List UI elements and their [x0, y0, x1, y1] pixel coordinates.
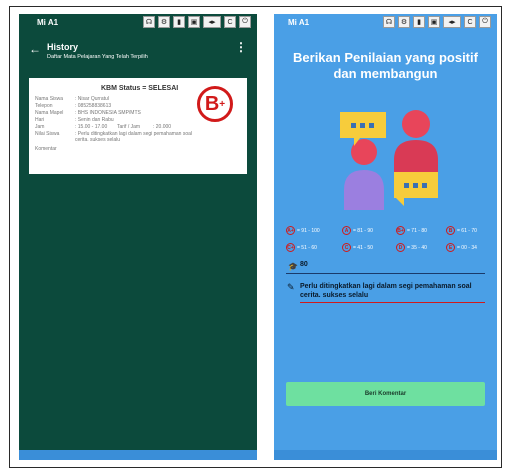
- legend-item: D = 35 - 40: [396, 243, 427, 252]
- page-subtitle: Daftar Mata Pelajaran Yang Telah Terpili…: [47, 54, 148, 60]
- grade-badge-icon: D: [396, 243, 405, 252]
- device-name: Mi A1: [288, 18, 310, 27]
- legend-item: C+ = 51 - 60: [286, 243, 317, 252]
- grade-badge-icon: E: [446, 243, 455, 252]
- score-field[interactable]: 🎓 80: [286, 261, 485, 273]
- rating-screen: Mi A1 ☊ ⚙ ▮ ▣ ◂▸ C ⏻ Berikan Penilaian y…: [274, 14, 497, 460]
- record-icon[interactable]: ▮: [173, 16, 185, 28]
- settings-icon[interactable]: ⚙: [158, 16, 170, 28]
- rotate-icon[interactable]: C: [224, 16, 236, 28]
- grade-stamp: B +: [197, 86, 233, 122]
- history-card[interactable]: KBM Status = SELESAI B + Nama Siswa: Nisa…: [29, 78, 247, 174]
- nav-strip: [274, 450, 497, 460]
- headline: Berikan Penilaian yang positif dan memba…: [293, 50, 478, 81]
- record-icon[interactable]: ▮: [413, 16, 425, 28]
- volume-icon[interactable]: ◂▸: [443, 16, 461, 28]
- legend-item: A = 81 - 90: [342, 226, 373, 235]
- legend-item: B = 61 - 70: [446, 226, 477, 235]
- legend-item: B+ = 71 - 80: [396, 226, 427, 235]
- comment-field[interactable]: Perlu ditingkatkan lagi dalam segi pemah…: [300, 282, 480, 300]
- camera-icon[interactable]: ▣: [188, 16, 200, 28]
- status-bar: Mi A1 ☊ ⚙ ▮ ▣ ◂▸ C ⏻: [274, 14, 497, 32]
- back-arrow-icon[interactable]: ←: [29, 42, 41, 56]
- headphone-icon[interactable]: ☊: [383, 16, 395, 28]
- grade-badge-icon: C+: [286, 243, 295, 252]
- grade-badge-icon: A+: [286, 226, 295, 235]
- kbm-status: KBM Status = SELESAI: [101, 85, 179, 92]
- pencil-icon: ✎: [287, 282, 295, 292]
- status-bar: Mi A1 ☊ ⚙ ▮ ▣ ◂▸ C ⏻: [19, 14, 257, 32]
- nav-strip: [19, 450, 257, 460]
- graduation-cap-icon: 🎓: [288, 262, 298, 271]
- history-screen: Mi A1 ☊ ⚙ ▮ ▣ ◂▸ C ⏻ ← History Daftar Ma…: [19, 14, 257, 460]
- discussion-illustration-icon: [340, 110, 438, 210]
- comment-underline: [300, 302, 485, 303]
- volume-icon[interactable]: ◂▸: [203, 16, 221, 28]
- grade-badge-icon: C: [342, 243, 351, 252]
- grade-badge-icon: A: [342, 226, 351, 235]
- give-comment-button[interactable]: Beri Komentar: [286, 382, 485, 406]
- legend-item: E = 00 - 34: [446, 243, 477, 252]
- more-options-icon[interactable]: ⋮: [235, 40, 247, 54]
- headphone-icon[interactable]: ☊: [143, 16, 155, 28]
- score-underline: [286, 273, 485, 274]
- legend-item: A+ = 91 - 100: [286, 226, 320, 235]
- grade-badge-icon: B+: [396, 226, 405, 235]
- camera-icon[interactable]: ▣: [428, 16, 440, 28]
- app-bar: ← History Daftar Mata Pelajaran Yang Tel…: [19, 36, 257, 66]
- score-value: 80: [300, 261, 308, 268]
- legend-item: C = 41 - 50: [342, 243, 373, 252]
- power-icon[interactable]: ⏻: [479, 16, 491, 28]
- grade-badge-icon: B: [446, 226, 455, 235]
- mirror-controls: ☊ ⚙ ▮ ▣ ◂▸ C ⏻: [143, 16, 251, 28]
- power-icon[interactable]: ⏻: [239, 16, 251, 28]
- page-title: History: [47, 42, 79, 52]
- mirror-controls: ☊ ⚙ ▮ ▣ ◂▸ C ⏻: [383, 16, 491, 28]
- device-name: Mi A1: [37, 18, 59, 27]
- rotate-icon[interactable]: C: [464, 16, 476, 28]
- settings-icon[interactable]: ⚙: [398, 16, 410, 28]
